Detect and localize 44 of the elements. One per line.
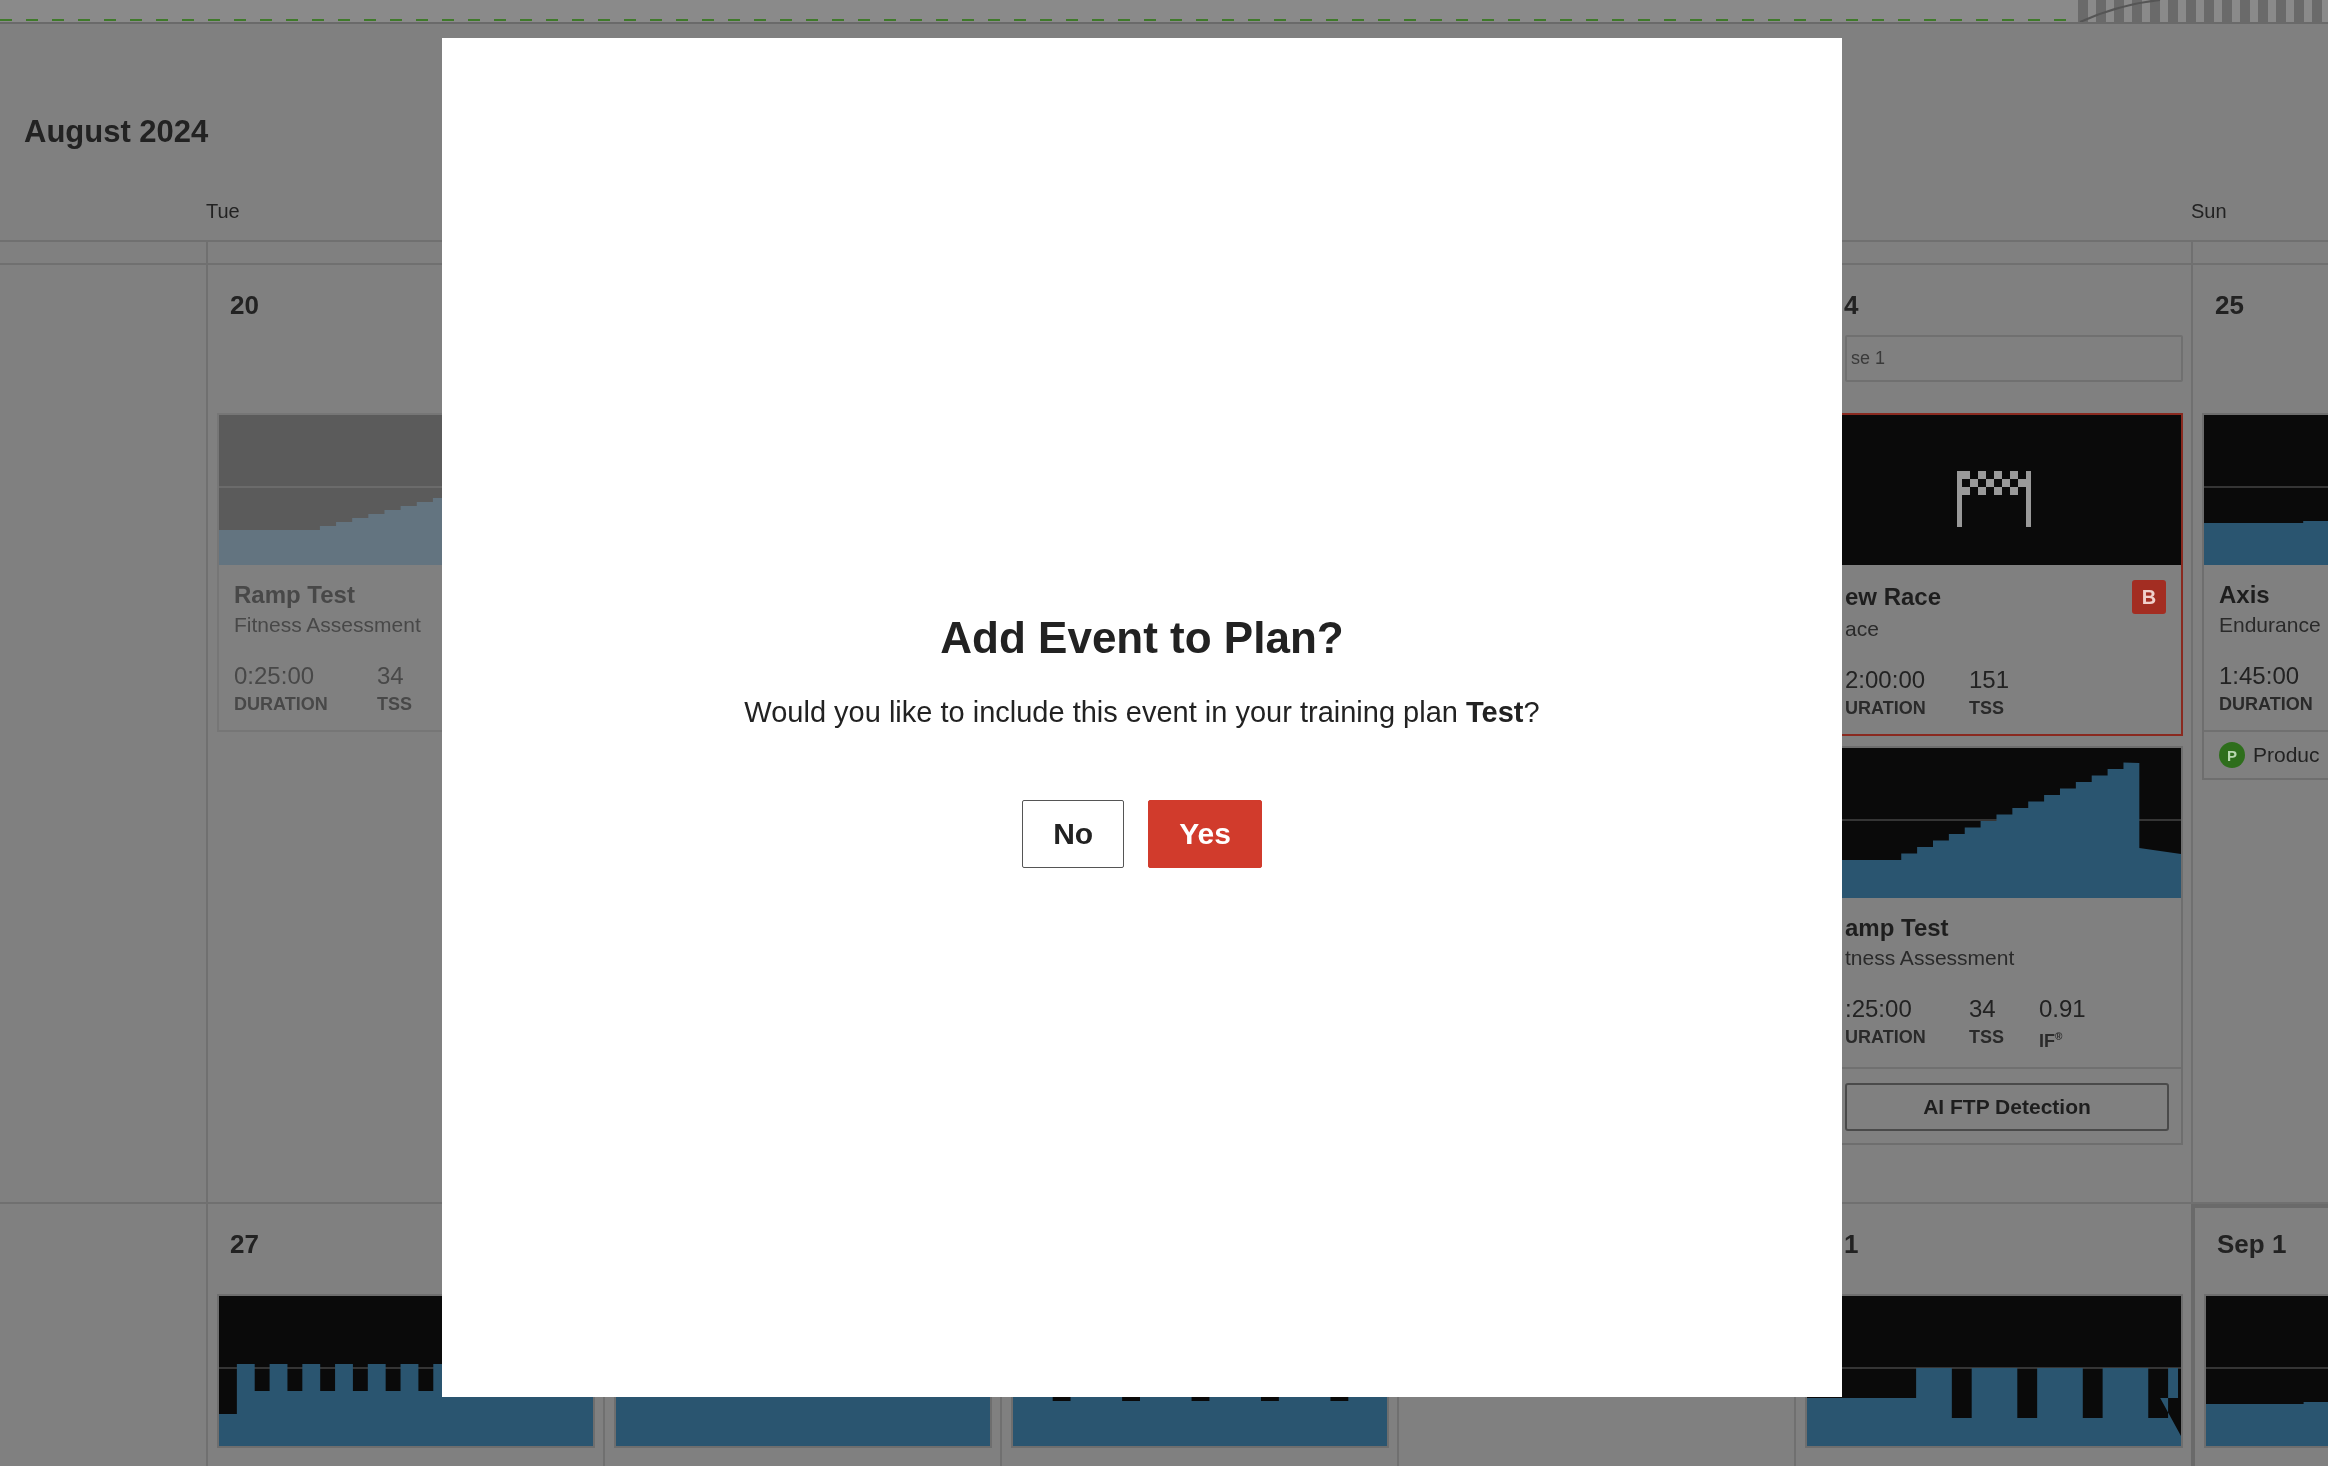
metric-value: 0.91 — [2039, 994, 2087, 1024]
day-number: 1 — [1843, 1228, 1859, 1261]
event-title: ew Race — [1845, 582, 1942, 612]
priority-badge: B — [2132, 580, 2166, 614]
metric-label: DURATION — [2219, 693, 2314, 716]
workout-card[interactable]: Axis Endurance 1:45:00 DURATION P Produc — [2202, 413, 2328, 780]
metric-label: URATION — [1845, 1026, 1927, 1049]
phase-label: se 1 — [1845, 335, 2183, 382]
confirm-button[interactable]: Yes — [1148, 799, 1262, 868]
event-type: Fitness Assessment — [234, 612, 422, 638]
metric-value: :25:00 — [1845, 994, 1913, 1024]
metric-value: 34 — [1969, 994, 1997, 1024]
checkered-flag-icon — [1957, 471, 2031, 527]
event-type: Endurance — [2219, 612, 2322, 638]
metric-label: IF$^{®}$ — [2039, 1030, 2064, 1053]
dialog-message: Would you like to include this event in your training plan Test? — [744, 694, 1540, 730]
metric-value: 2:00:00 — [1845, 665, 1927, 695]
metric-label: URATION — [1845, 697, 1927, 720]
event-title: Axis — [2219, 580, 2270, 610]
day-number: 25 — [2214, 289, 2244, 322]
month-title: August 2024 — [23, 113, 210, 151]
dialog-title: Add Event to Plan? — [940, 611, 1344, 664]
day-number: 27 — [229, 1228, 259, 1261]
event-title: amp Test — [1845, 913, 1949, 943]
event-title: Ramp Test — [234, 580, 355, 610]
metric-label: TSS — [377, 693, 413, 716]
event-type: tness Assessment — [1845, 945, 2016, 971]
plan-name: Produc — [2253, 743, 2320, 767]
metric-label: DURATION — [234, 693, 329, 716]
day-number: 4 — [1843, 289, 1859, 322]
ftp-detection-button[interactable]: AI FTP Detection — [1845, 1083, 2169, 1131]
metric-value: 151 — [1969, 665, 2011, 695]
metric-label: TSS — [1969, 1026, 2005, 1049]
day-number: Sep 1 — [2216, 1228, 2287, 1261]
metric-value: 34 — [377, 661, 405, 691]
event-type: ace — [1845, 616, 1880, 642]
metric-label: TSS — [1969, 697, 2005, 720]
cancel-button[interactable]: No — [1022, 799, 1125, 868]
weekday-label: Sun — [2191, 200, 2227, 222]
metric-value: 1:45:00 — [2219, 661, 2301, 691]
plan-badge: P — [2219, 742, 2245, 768]
day-number: 20 — [229, 289, 259, 322]
weekday-label: Tue — [206, 200, 240, 222]
metric-value: 0:25:00 — [234, 661, 316, 691]
